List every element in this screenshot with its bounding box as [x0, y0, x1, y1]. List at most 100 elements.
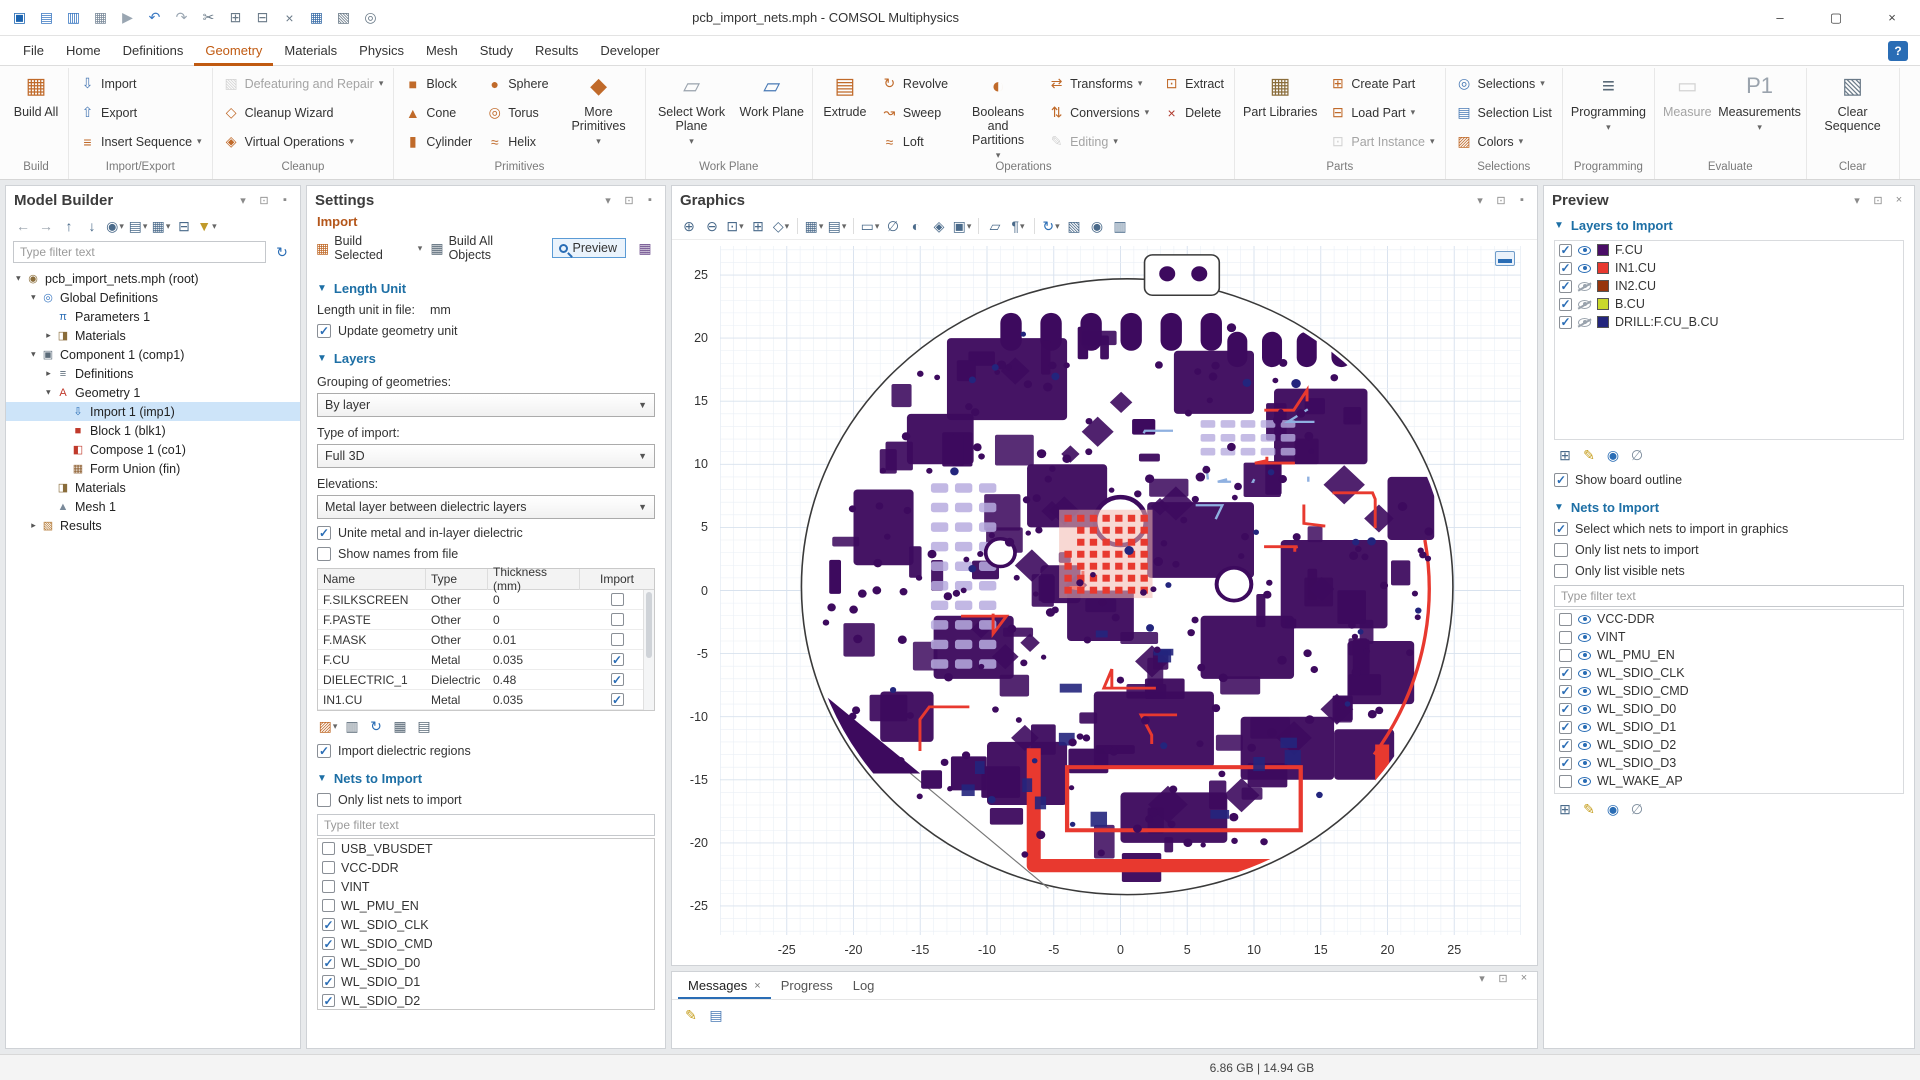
- net-checkbox[interactable]: [322, 899, 335, 912]
- layer-checkbox[interactable]: [1559, 280, 1572, 293]
- pin-icon[interactable]: ▪: [278, 194, 292, 206]
- import-checkbox[interactable]: [611, 633, 624, 646]
- visibility-eye-icon[interactable]: [1578, 264, 1591, 273]
- layer-table-row[interactable]: F.SILKSCREEN Other 0: [318, 590, 654, 610]
- menu-materials[interactable]: Materials: [273, 36, 348, 66]
- layer-checkbox[interactable]: [1559, 316, 1572, 329]
- window-button[interactable]: ▧: [330, 4, 357, 31]
- import-checkbox[interactable]: [611, 593, 624, 606]
- visibility-eye-icon[interactable]: [1578, 741, 1591, 750]
- sweep-button[interactable]: ↝ Sweep: [874, 98, 955, 127]
- net-list-item[interactable]: VCC-DDR: [318, 858, 654, 877]
- visibility-eye-icon[interactable]: [1578, 777, 1591, 786]
- panel-menu-icon[interactable]: ▾: [601, 194, 615, 207]
- show-button[interactable]: ◉ ▾: [104, 215, 126, 237]
- menu-developer[interactable]: Developer: [589, 36, 670, 66]
- import-dielectric-checkbox[interactable]: [317, 744, 331, 758]
- menu-geometry[interactable]: Geometry: [194, 36, 273, 66]
- net-list-item[interactable]: WL_SDIO_D1: [318, 972, 654, 991]
- import-checkbox[interactable]: [611, 673, 624, 686]
- tree-block1[interactable]: ■ Block 1 (blk1): [6, 421, 300, 440]
- delete-button[interactable]: ×: [276, 4, 303, 31]
- table-settings-button[interactable]: ▦: [389, 715, 411, 737]
- tab-progress[interactable]: Progress: [771, 972, 843, 999]
- layer-edit-button[interactable]: ✎: [1578, 444, 1600, 466]
- select-box-icon[interactable]: ▭ ▾: [859, 215, 881, 237]
- visibility-eye-icon[interactable]: [1578, 651, 1591, 660]
- layer-show-button[interactable]: ◉: [1602, 444, 1624, 466]
- net-checkbox[interactable]: [1559, 649, 1572, 662]
- hide-objects-icon[interactable]: ∅: [882, 215, 904, 237]
- tree-expander-icon[interactable]: ▸: [43, 386, 54, 399]
- show-board-outline-checkbox[interactable]: [1554, 473, 1568, 487]
- tree-table-button[interactable]: ▤ ▾: [127, 215, 149, 237]
- net-list-item[interactable]: WL_SDIO_CMD: [1555, 682, 1903, 700]
- tree-expander-icon[interactable]: ▸: [28, 348, 39, 361]
- layer-checkbox[interactable]: [1559, 244, 1572, 257]
- layer-table-button[interactable]: ⊞: [1554, 444, 1576, 466]
- panel-menu-icon[interactable]: ▾: [236, 194, 250, 207]
- net-show-button[interactable]: ◉: [1602, 798, 1624, 820]
- tree-component[interactable]: ▸ ▣ Component 1 (comp1): [6, 345, 300, 364]
- preview-nets-list[interactable]: VCC-DDR VINT WL_PMU_EN WL_SDIO_CLK WL_SD…: [1554, 609, 1904, 794]
- cleanup-wizard-button[interactable]: ◇ Cleanup Wizard: [216, 98, 391, 127]
- load-part-button[interactable]: ⊟ Load Part ▾: [1322, 98, 1441, 127]
- image-export-icon[interactable]: ▥: [1109, 215, 1131, 237]
- tree-expander-icon[interactable]: ▸: [27, 520, 40, 531]
- paste-button[interactable]: ⊟: [249, 4, 276, 31]
- defeaturing-button[interactable]: ▧ Defeaturing and Repair ▾: [216, 69, 391, 98]
- menu-results[interactable]: Results: [524, 36, 589, 66]
- net-checkbox[interactable]: [1559, 739, 1572, 752]
- copy-layers-button[interactable]: ▤: [413, 715, 435, 737]
- extrude-button[interactable]: ▤ Extrude: [816, 69, 874, 157]
- zoom-out-icon[interactable]: ⊖: [701, 215, 723, 237]
- tree-root[interactable]: ▸ ◉ pcb_import_nets.mph (root): [6, 269, 300, 288]
- visibility-eye-icon[interactable]: [1578, 615, 1591, 624]
- tree-global-definitions[interactable]: ▸ ◎ Global Definitions: [6, 288, 300, 307]
- loft-button[interactable]: ≈ Loft: [874, 127, 955, 156]
- menu-physics[interactable]: Physics: [348, 36, 415, 66]
- net-list-item[interactable]: WL_SDIO_D2: [1555, 736, 1903, 754]
- plot-settings-icon[interactable]: ▧: [1063, 215, 1085, 237]
- visibility-eye-icon[interactable]: [1578, 282, 1591, 291]
- tree-expander-icon[interactable]: ▸: [13, 272, 24, 285]
- net-checkbox[interactable]: [1559, 667, 1572, 680]
- transforms-button[interactable]: ⇄ Transforms ▾: [1041, 69, 1156, 98]
- net-checkbox[interactable]: [322, 937, 335, 950]
- section-preview-nets[interactable]: ▼ Nets to Import: [1554, 500, 1904, 515]
- select-work-plane-button[interactable]: ▱ Select Work Plane ▾: [649, 69, 735, 157]
- layer-list-item[interactable]: IN2.CU: [1555, 277, 1903, 295]
- select-entities-icon[interactable]: ▣ ▾: [951, 215, 973, 237]
- elevations-select[interactable]: Metal layer between dielectric layers ▼: [317, 495, 655, 519]
- layer-checkbox[interactable]: [1559, 262, 1572, 275]
- tree-materials[interactable]: ◨ Materials: [6, 478, 300, 497]
- go-to-view-icon[interactable]: ◇ ▾: [770, 215, 792, 237]
- save-button[interactable]: ▥: [60, 4, 87, 31]
- panel-menu-icon[interactable]: ▾: [1475, 972, 1489, 999]
- zoom-extents-icon[interactable]: ⊡ ▾: [724, 215, 746, 237]
- programming-button[interactable]: ≡ Programming ▾: [1566, 69, 1651, 157]
- build-all-button[interactable]: ▦ Build All: [7, 69, 65, 157]
- close-icon[interactable]: ×: [1892, 194, 1906, 206]
- tree-expander-icon[interactable]: ▸: [28, 291, 39, 304]
- scene-grid-icon[interactable]: ▦ ▾: [803, 215, 825, 237]
- net-checkbox[interactable]: [1559, 757, 1572, 770]
- visibility-eye-icon[interactable]: [1578, 246, 1591, 255]
- unite-metal-checkbox[interactable]: [317, 526, 331, 540]
- select-nets-in-graphics-checkbox[interactable]: [1554, 522, 1568, 536]
- table-button[interactable]: ▦: [303, 4, 330, 31]
- layer-list-item[interactable]: B.CU: [1555, 295, 1903, 313]
- revolve-button[interactable]: ↻ Revolve: [874, 69, 955, 98]
- nets-list[interactable]: USB_VBUSDET VCC-DDR VINT WL_PMU_EN WL_SD…: [317, 838, 655, 1010]
- net-checkbox[interactable]: [322, 975, 335, 988]
- colors-button[interactable]: ▨ Colors ▾: [1449, 127, 1559, 156]
- panel-menu-icon[interactable]: ▾: [1850, 194, 1864, 207]
- layer-list-item[interactable]: IN1.CU: [1555, 259, 1903, 277]
- preview-button[interactable]: Preview: [552, 238, 626, 258]
- torus-button[interactable]: ◎ Torus: [479, 98, 555, 127]
- measurements-button[interactable]: P1 Measurements ▾: [1717, 69, 1803, 157]
- detach-icon[interactable]: ⊡: [1871, 194, 1885, 207]
- pcb-plot[interactable]: [720, 246, 1521, 935]
- section-length-unit[interactable]: ▼ Length Unit: [317, 281, 655, 296]
- refresh-layers-button[interactable]: ↻: [365, 715, 387, 737]
